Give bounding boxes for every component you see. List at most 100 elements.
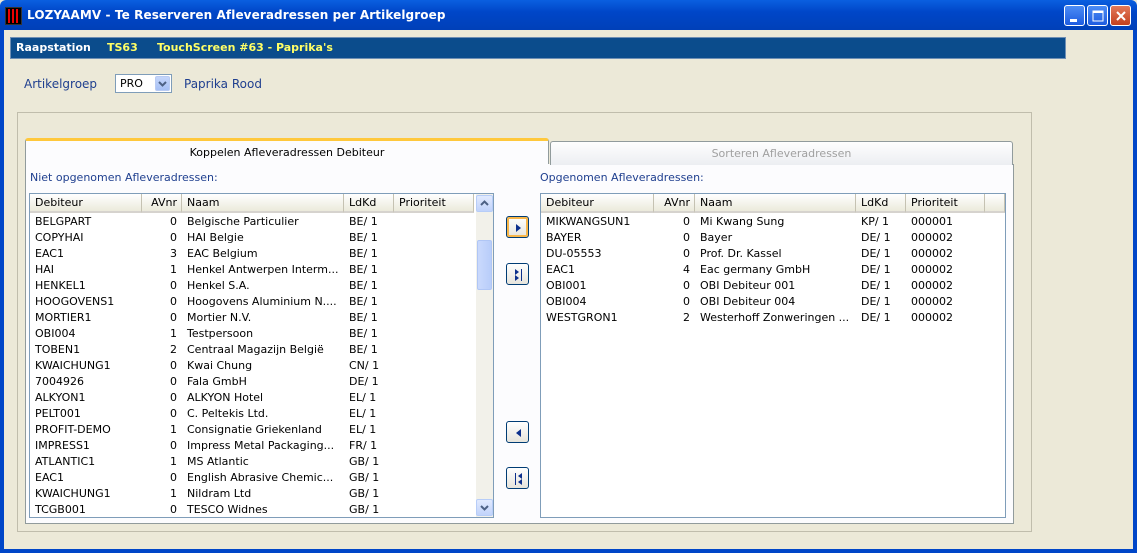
- move-right-icon: [516, 224, 521, 232]
- move-all-left-button[interactable]: [506, 467, 529, 489]
- right-address-list[interactable]: Debiteur AVnr Naam LdKd Prioriteit MIKWA…: [540, 193, 1006, 518]
- cell-ldkd: DE/ 1: [861, 311, 891, 324]
- move-all-left-icon: [515, 473, 522, 485]
- cell-naam: C. Peltekis Ltd.: [187, 407, 269, 420]
- table-row[interactable]: MIKWANGSUN1 0 Mi Kwang Sung KP/ 1 000001: [541, 214, 985, 230]
- column-header-avnr[interactable]: AVnr: [654, 194, 695, 213]
- cell-ldkd: KP/ 1: [861, 215, 890, 228]
- table-row[interactable]: KWAICHUNG1 0 Kwai Chung CN/ 1: [30, 358, 474, 374]
- cell-ldkd: BE/ 1: [349, 295, 378, 308]
- table-row[interactable]: KWAICHUNG1 1 Nildram Ltd GB/ 1: [30, 486, 474, 502]
- cell-debiteur: EAC1: [546, 263, 575, 276]
- cell-ldkd: GB/ 1: [349, 471, 380, 484]
- app-icon: [5, 7, 22, 25]
- cell-avnr: 1: [170, 487, 177, 500]
- scroll-down-button[interactable]: [476, 499, 493, 516]
- cell-ldkd: GB/ 1: [349, 503, 380, 516]
- cell-naam: Impress Metal Packaging...: [187, 439, 335, 452]
- dropdown-arrow-button[interactable]: [155, 76, 170, 91]
- table-row[interactable]: EAC1 4 Eac germany GmbH DE/ 1 000002: [541, 262, 985, 278]
- table-row[interactable]: HAI 1 Henkel Antwerpen Interm... BE/ 1: [30, 262, 474, 278]
- table-row[interactable]: TCGB001 0 TESCO Widnes GB/ 1: [30, 502, 474, 517]
- cell-avnr: 0: [170, 375, 177, 388]
- table-row[interactable]: TOBEN1 2 Centraal Magazijn België BE/ 1: [30, 342, 474, 358]
- table-row[interactable]: BAYER 0 Bayer DE/ 1 000002: [541, 230, 985, 246]
- minimize-button[interactable]: [1064, 5, 1085, 26]
- tab-koppelen[interactable]: Koppelen Afleveradressen Debiteur: [25, 138, 549, 164]
- table-row[interactable]: MORTIER1 0 Mortier N.V. BE/ 1: [30, 310, 474, 326]
- cell-avnr: 0: [170, 231, 177, 244]
- cell-naam: Belgische Particulier: [187, 215, 299, 228]
- cell-debiteur: WESTGRON1: [546, 311, 618, 324]
- table-row[interactable]: 7004926 0 Fala GmbH DE/ 1: [30, 374, 474, 390]
- table-row[interactable]: EAC1 0 English Abrasive Chemic... GB/ 1: [30, 470, 474, 486]
- station-label: Raapstation: [16, 41, 91, 54]
- cell-prioriteit: [394, 246, 474, 262]
- cell-naam: Consignatie Griekenland: [187, 423, 322, 436]
- column-header-ldkd[interactable]: LdKd: [344, 194, 394, 213]
- close-button[interactable]: [1110, 5, 1131, 26]
- maximize-button[interactable]: [1087, 5, 1108, 26]
- cell-ldkd: CN/ 1: [349, 359, 380, 372]
- left-list-scrollbar[interactable]: [476, 194, 493, 517]
- cell-avnr: 0: [683, 231, 690, 244]
- table-row[interactable]: WESTGRON1 2 Westerhoff Zonweringen ... DE/ …: [541, 310, 985, 326]
- cell-naam: Nildram Ltd: [187, 487, 252, 500]
- cell-ldkd: GB/ 1: [349, 455, 380, 468]
- move-all-right-button[interactable]: [506, 263, 529, 285]
- cell-naam: OBI Debiteur 004: [700, 295, 796, 308]
- cell-prioriteit: 000002: [911, 263, 953, 276]
- chevron-up-icon: [480, 200, 489, 206]
- cell-debiteur: EAC1: [35, 471, 64, 484]
- left-list-rows: BELGPART 0 Belgische Particulier BE/ 1 COPYH…: [30, 214, 474, 517]
- table-row[interactable]: OBI004 0 OBI Debiteur 004 DE/ 1 000002: [541, 294, 985, 310]
- table-row[interactable]: HENKEL1 0 Henkel S.A. BE/ 1: [30, 278, 474, 294]
- left-list-title: Niet opgenomen Afleveradressen:: [30, 171, 218, 184]
- column-header-debiteur[interactable]: Debiteur: [30, 194, 142, 213]
- table-row[interactable]: BELGPART 0 Belgische Particulier BE/ 1: [30, 214, 474, 230]
- cell-prioriteit: [394, 406, 474, 422]
- cell-naam: Henkel Antwerpen Interm...: [187, 263, 339, 276]
- column-header-naam[interactable]: Naam: [182, 194, 344, 213]
- move-left-button[interactable]: [506, 421, 529, 443]
- table-row[interactable]: OBI001 0 OBI Debiteur 001 DE/ 1 000002: [541, 278, 985, 294]
- artikelgroep-description: Paprika Rood: [184, 77, 262, 91]
- cell-debiteur: COPYHAI: [35, 231, 84, 244]
- move-left-icon: [516, 429, 521, 437]
- column-header-debiteur[interactable]: Debiteur: [541, 194, 654, 213]
- table-row[interactable]: PROFIT-DEMO 1 Consignatie Griekenland EL/ 1: [30, 422, 474, 438]
- column-header-naam[interactable]: Naam: [695, 194, 856, 213]
- table-row[interactable]: ATLANTIC1 1 MS Atlantic GB/ 1: [30, 454, 474, 470]
- left-address-list[interactable]: Debiteur AVnr Naam LdKd Prioriteit BELGP…: [29, 193, 494, 518]
- move-right-button[interactable]: [506, 216, 529, 238]
- cell-ldkd: BE/ 1: [349, 263, 378, 276]
- right-list-header: Debiteur AVnr Naam LdKd Prioriteit: [541, 194, 1005, 213]
- scroll-up-button[interactable]: [476, 195, 493, 212]
- cell-prioriteit: 000001: [911, 215, 953, 228]
- cell-ldkd: DE/ 1: [861, 279, 891, 292]
- cell-prioriteit: [394, 278, 474, 294]
- cell-debiteur: OBI001: [546, 279, 587, 292]
- cell-avnr: 0: [683, 295, 690, 308]
- cell-ldkd: BE/ 1: [349, 279, 378, 292]
- table-row[interactable]: PELT001 0 C. Peltekis Ltd. EL/ 1: [30, 406, 474, 422]
- cell-debiteur: ALKYON1: [35, 391, 86, 404]
- cell-prioriteit: [394, 310, 474, 326]
- column-header-ldkd[interactable]: LdKd: [856, 194, 906, 213]
- cell-naam: OBI Debiteur 001: [700, 279, 796, 292]
- artikelgroep-select[interactable]: PRO: [115, 74, 172, 93]
- column-header-avnr[interactable]: AVnr: [142, 194, 182, 213]
- column-header-prioriteit[interactable]: Prioriteit: [394, 194, 474, 213]
- tab-sorteren[interactable]: Sorteren Afleveradressen: [550, 141, 1013, 165]
- cell-naam: EAC Belgium: [187, 247, 258, 260]
- table-row[interactable]: IMPRESS1 0 Impress Metal Packaging... FR/ 1: [30, 438, 474, 454]
- table-row[interactable]: ALKYON1 0 ALKYON Hotel EL/ 1: [30, 390, 474, 406]
- scroll-thumb[interactable]: [477, 240, 492, 290]
- cell-debiteur: BAYER: [546, 231, 582, 244]
- table-row[interactable]: HOOGOVENS1 0 Hoogovens Aluminium N.... BE/ …: [30, 294, 474, 310]
- table-row[interactable]: OBI004 1 Testpersoon BE/ 1: [30, 326, 474, 342]
- column-header-prioriteit[interactable]: Prioriteit: [906, 194, 985, 213]
- table-row[interactable]: EAC1 3 EAC Belgium BE/ 1: [30, 246, 474, 262]
- table-row[interactable]: DU-05553 0 Prof. Dr. Kassel DE/ 1 000002: [541, 246, 985, 262]
- table-row[interactable]: COPYHAI 0 HAI Belgie BE/ 1: [30, 230, 474, 246]
